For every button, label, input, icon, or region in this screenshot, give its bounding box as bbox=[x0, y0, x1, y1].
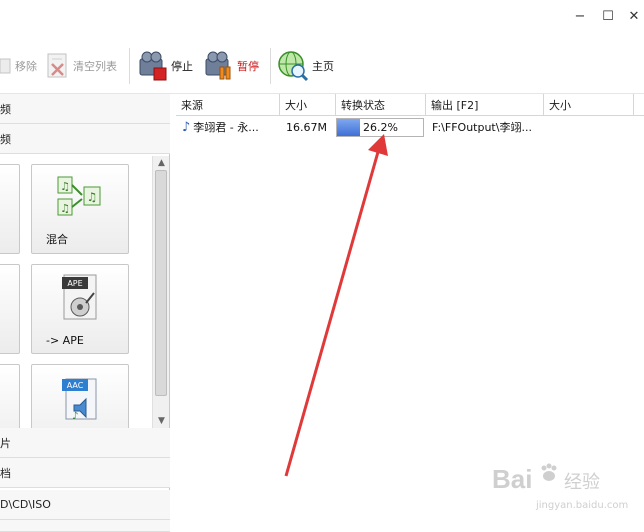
pause-icon bbox=[205, 51, 231, 80]
scroll-down-arrow-icon[interactable]: ▼ bbox=[153, 414, 170, 428]
category-row-audio[interactable]: 频 bbox=[0, 124, 170, 154]
format-panel: 频 频 ♫ ♫ ♫ 混合 APE -> APE AAC ♪ ▲ ▼ 片 档 D\… bbox=[0, 94, 170, 532]
watermark-brand-cn: 经验 bbox=[564, 472, 600, 493]
category-label: 频 bbox=[0, 132, 11, 146]
ape-badge: APE bbox=[67, 279, 82, 288]
category-row-rom[interactable]: D\CD\ISO bbox=[0, 490, 170, 520]
progress-fill bbox=[337, 119, 360, 136]
table-row[interactable]: ♪ 李翊君 - 永... 16.67M 26.2% F:\FFOutput\李翊… bbox=[176, 116, 644, 138]
toolbar-separator bbox=[129, 48, 130, 84]
globe-icon bbox=[278, 51, 309, 82]
format-tile-merge[interactable]: ♫ ♫ ♫ 混合 bbox=[31, 164, 129, 254]
format-tile[interactable] bbox=[0, 364, 20, 428]
svg-text:♫: ♫ bbox=[60, 202, 70, 215]
format-tile-aac[interactable]: AAC ♪ bbox=[31, 364, 129, 428]
music-note-icon: ♪ bbox=[182, 119, 191, 135]
cell-output-size bbox=[546, 116, 636, 138]
svg-text:♫: ♫ bbox=[60, 180, 70, 193]
category-row-document[interactable]: 档 bbox=[0, 458, 170, 488]
pause-button[interactable]: 暂停 bbox=[204, 50, 259, 82]
tile-label: -> APE bbox=[46, 334, 84, 347]
cell-source: ♪ 李翊君 - 永... bbox=[178, 116, 280, 138]
progress-text: 26.2% bbox=[363, 121, 398, 134]
scrollbar-thumb[interactable] bbox=[155, 170, 167, 396]
stop-icon bbox=[139, 51, 167, 81]
source-filename: 李翊君 - 永... bbox=[193, 121, 259, 134]
title-bar: − ☐ ✕ bbox=[0, 0, 644, 36]
remove-button[interactable]: 移除 bbox=[0, 50, 37, 82]
stop-button[interactable]: 停止 bbox=[138, 50, 193, 82]
watermark-brand: Bai bbox=[492, 464, 533, 494]
tiles-scrollbar[interactable]: ▲ ▼ bbox=[152, 156, 169, 428]
paw-icon bbox=[538, 462, 560, 484]
close-button[interactable]: ✕ bbox=[622, 6, 644, 26]
cell-size: 16.67M bbox=[286, 120, 327, 134]
home-label: 主页 bbox=[312, 60, 334, 73]
table-header: 来源 大小 转换状态 输出 [F2] 大小 bbox=[176, 94, 644, 116]
audio-merge-icon: ♫ ♫ ♫ bbox=[57, 176, 101, 216]
baidu-watermark: Bai 经验 jingyan.baidu.com bbox=[490, 460, 640, 520]
clear-list-label: 清空列表 bbox=[73, 60, 117, 73]
column-header-output-size[interactable]: 大小 bbox=[544, 94, 634, 116]
category-label: 片 bbox=[0, 436, 11, 450]
category-label: 档 bbox=[0, 466, 11, 480]
stop-label: 停止 bbox=[171, 60, 193, 73]
toolbar-separator bbox=[270, 48, 271, 84]
clear-list-button[interactable]: 清空列表 bbox=[46, 50, 117, 82]
cell-output: F:\FFOutput\李翊... bbox=[432, 121, 532, 134]
clear-list-icon bbox=[47, 53, 67, 78]
column-header-source[interactable]: 来源 bbox=[176, 94, 280, 116]
category-row-picture[interactable]: 片 bbox=[0, 428, 170, 458]
format-tile-ape[interactable]: APE -> APE bbox=[31, 264, 129, 354]
format-tiles: ♫ ♫ ♫ 混合 APE -> APE AAC ♪ bbox=[0, 156, 152, 428]
minimize-button[interactable]: − bbox=[568, 6, 592, 26]
column-header-status[interactable]: 转换状态 bbox=[336, 94, 426, 116]
scroll-up-arrow-icon[interactable]: ▲ bbox=[153, 156, 170, 170]
svg-text:♪: ♪ bbox=[72, 411, 78, 422]
remove-icon bbox=[0, 58, 11, 74]
category-row-partial bbox=[0, 520, 170, 532]
aac-format-icon: AAC ♪ bbox=[62, 378, 97, 422]
maximize-button[interactable]: ☐ bbox=[596, 6, 620, 26]
aac-badge: AAC bbox=[67, 381, 84, 390]
progress-bar: 26.2% bbox=[336, 118, 424, 137]
column-header-size[interactable]: 大小 bbox=[280, 94, 336, 116]
toolbar: 移除 清空列表 停止 暂停 主页 bbox=[0, 36, 644, 94]
watermark-url: jingyan.baidu.com bbox=[536, 500, 629, 511]
category-label: D\CD\ISO bbox=[0, 498, 51, 511]
format-tile[interactable] bbox=[0, 264, 20, 354]
category-label: 频 bbox=[0, 102, 11, 116]
tile-label: 混合 bbox=[46, 233, 68, 246]
ape-format-icon: APE bbox=[62, 274, 97, 320]
category-row-video[interactable]: 频 bbox=[0, 94, 170, 124]
format-tile[interactable] bbox=[0, 164, 20, 254]
home-button[interactable]: 主页 bbox=[277, 50, 334, 82]
column-header-output[interactable]: 输出 [F2] bbox=[426, 94, 544, 116]
remove-label: 移除 bbox=[15, 60, 37, 73]
svg-text:♫: ♫ bbox=[87, 190, 98, 204]
pause-label: 暂停 bbox=[237, 60, 259, 73]
